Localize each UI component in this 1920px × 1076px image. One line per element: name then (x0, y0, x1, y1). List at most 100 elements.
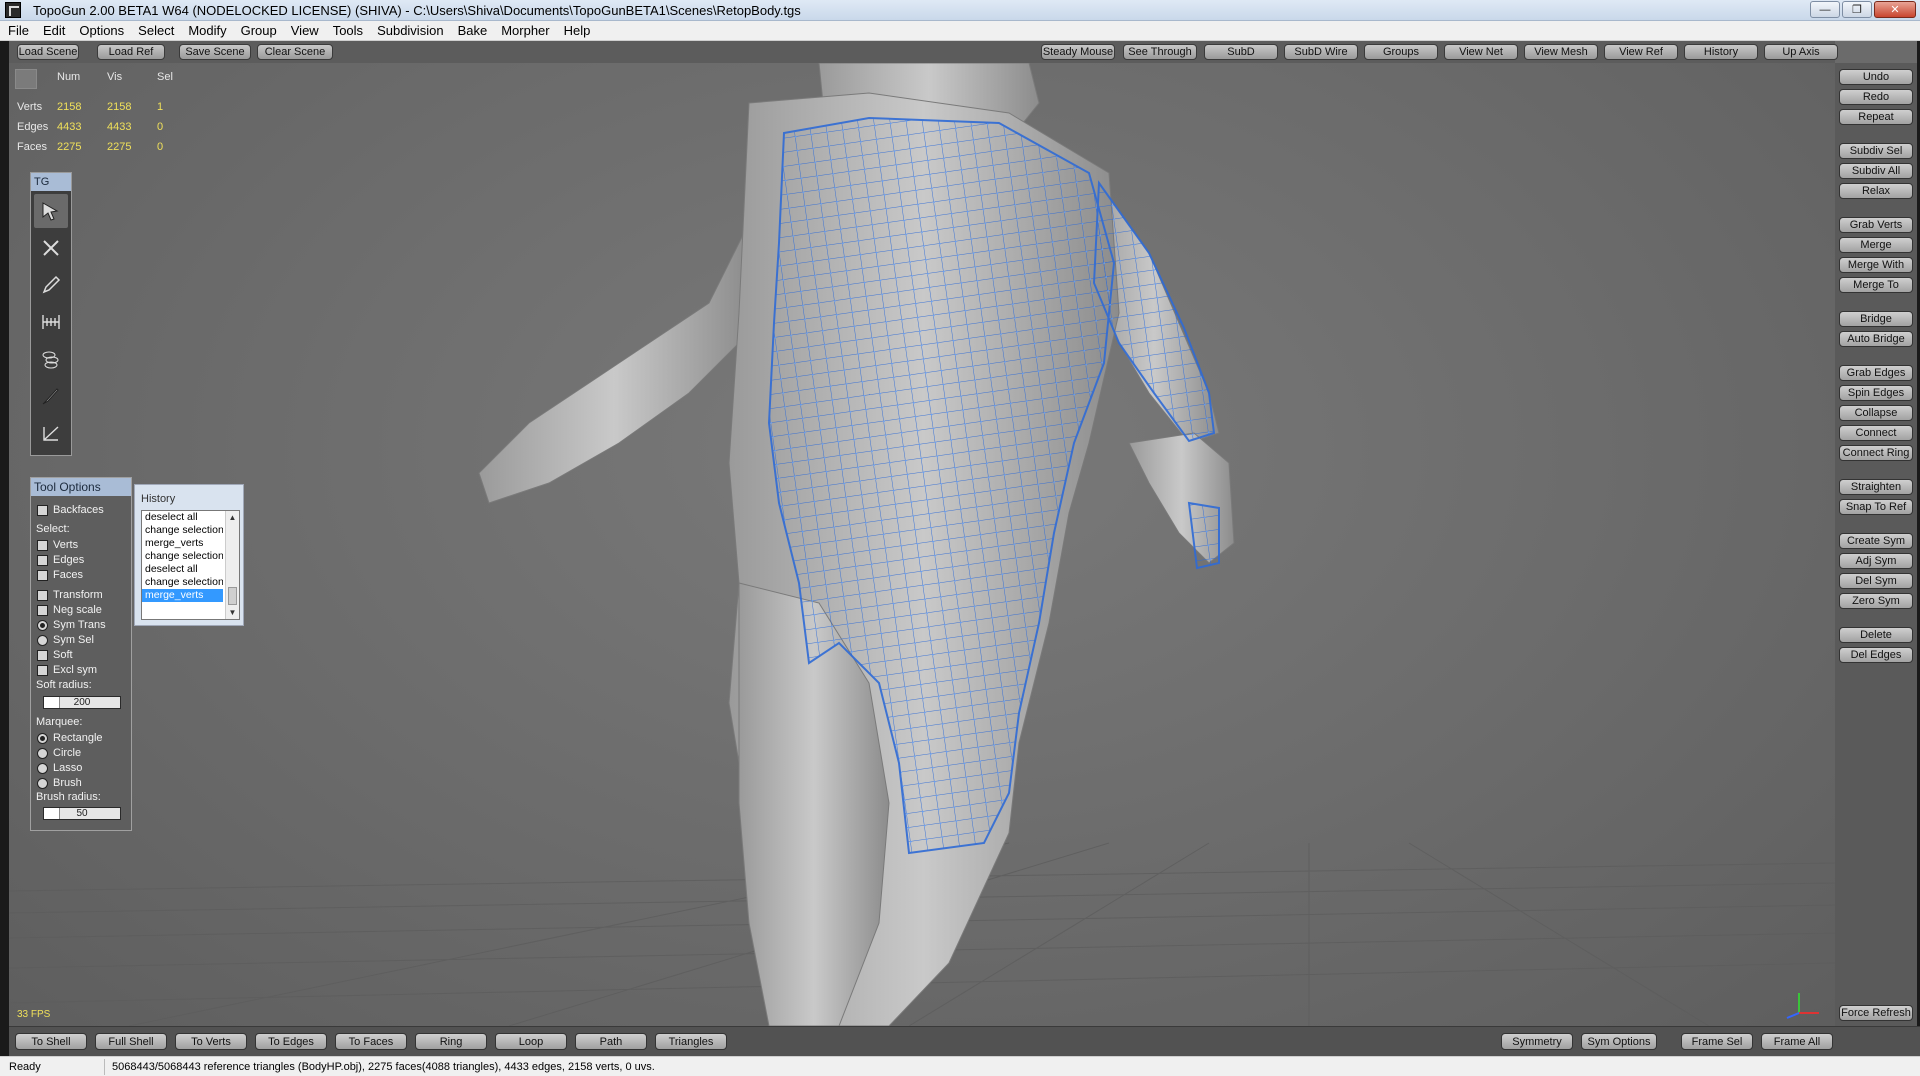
excl-sym-checkbox[interactable]: Excl sym (37, 664, 97, 676)
brush-radio-dot[interactable] (37, 777, 48, 789)
bridge-tool-icon[interactable] (34, 305, 68, 339)
brush-radius-slider[interactable]: 50 (43, 807, 121, 820)
subdiv-sel-button[interactable]: Subdiv Sel (1839, 143, 1913, 159)
del-sym-button[interactable]: Del Sym (1839, 573, 1913, 589)
history-list[interactable]: deselect all change selection merge_vert… (141, 510, 240, 620)
spin-edges-button[interactable]: Spin Edges (1839, 385, 1913, 401)
soft-box[interactable] (37, 649, 48, 661)
faces-box[interactable] (37, 569, 48, 581)
save-scene-button[interactable]: Save Scene (179, 44, 251, 60)
soft-radius-slider[interactable]: 200 (43, 696, 121, 709)
menu-bake[interactable]: Bake (458, 23, 488, 38)
select-tool-icon[interactable] (34, 194, 68, 228)
to-verts-button[interactable]: To Verts (175, 1033, 247, 1050)
subd-button[interactable]: SubD (1204, 44, 1278, 60)
sym-options-button[interactable]: Sym Options (1581, 1033, 1657, 1050)
menu-file[interactable]: File (8, 23, 29, 38)
edges-box[interactable] (37, 554, 48, 566)
bridge-button[interactable]: Bridge (1839, 311, 1913, 327)
delete-button[interactable]: Delete (1839, 627, 1913, 643)
to-edges-button[interactable]: To Edges (255, 1033, 327, 1050)
circle-radio[interactable]: Circle (37, 747, 81, 759)
brush-tool-icon[interactable] (34, 379, 68, 413)
pencil-tool-icon[interactable] (34, 268, 68, 302)
del-edges-button[interactable]: Del Edges (1839, 647, 1913, 663)
view-net-button[interactable]: View Net (1444, 44, 1518, 60)
history-scrollbar[interactable]: ▲ ▼ (225, 511, 239, 619)
scroll-thumb[interactable] (228, 587, 237, 605)
auto-bridge-button[interactable]: Auto Bridge (1839, 331, 1913, 347)
menu-tools[interactable]: Tools (333, 23, 363, 38)
lasso-radio-dot[interactable] (37, 762, 48, 774)
verts-checkbox[interactable]: Verts (37, 539, 78, 551)
faces-checkbox[interactable]: Faces (37, 569, 83, 581)
merge-with-button[interactable]: Merge With (1839, 257, 1913, 273)
subdiv-all-button[interactable]: Subdiv All (1839, 163, 1913, 179)
menu-modify[interactable]: Modify (188, 23, 226, 38)
merge-to-button[interactable]: Merge To (1839, 277, 1913, 293)
grab-edges-button[interactable]: Grab Edges (1839, 365, 1913, 381)
undo-button[interactable]: Undo (1839, 69, 1913, 85)
frame-sel-button[interactable]: Frame Sel (1681, 1033, 1753, 1050)
backfaces-checkbox[interactable]: Backfaces (37, 504, 104, 516)
transform-box[interactable] (37, 589, 48, 601)
clear-scene-button[interactable]: Clear Scene (257, 44, 333, 60)
history-item[interactable]: change selection (142, 524, 223, 537)
sym-trans-radio[interactable]: Sym Trans (37, 619, 106, 631)
history-item[interactable]: deselect all (142, 563, 223, 576)
path-button[interactable]: Path (575, 1033, 647, 1050)
history-item[interactable]: change selection (142, 550, 223, 563)
redo-button[interactable]: Redo (1839, 89, 1913, 105)
maximize-button[interactable]: ❐ (1842, 1, 1872, 18)
sym-trans-radio-dot[interactable] (37, 619, 48, 631)
history-item[interactable]: merge_verts (142, 537, 223, 550)
rectangle-radio[interactable]: Rectangle (37, 732, 103, 744)
close-button[interactable]: ✕ (1874, 1, 1916, 18)
create-sym-button[interactable]: Create Sym (1839, 533, 1913, 549)
steady-mouse-button[interactable]: Steady Mouse (1041, 44, 1115, 60)
force-refresh-button[interactable]: Force Refresh (1839, 1005, 1913, 1021)
see-through-button[interactable]: See Through (1123, 44, 1197, 60)
circle-radio-dot[interactable] (37, 747, 48, 759)
connect-ring-button[interactable]: Connect Ring (1839, 445, 1913, 461)
excl-sym-box[interactable] (37, 664, 48, 676)
relax-button[interactable]: Relax (1839, 183, 1913, 199)
collapse-button[interactable]: Collapse (1839, 405, 1913, 421)
backfaces-box[interactable] (37, 504, 48, 516)
lasso-radio[interactable]: Lasso (37, 762, 82, 774)
rectangle-radio-dot[interactable] (37, 732, 48, 744)
loop-button[interactable]: Loop (495, 1033, 567, 1050)
merge-button[interactable]: Merge (1839, 237, 1913, 253)
load-scene-button[interactable]: Load Scene (17, 44, 79, 60)
verts-box[interactable] (37, 539, 48, 551)
cut-tool-icon[interactable] (34, 231, 68, 265)
history-item[interactable]: change selection (142, 576, 223, 589)
subd-wire-button[interactable]: SubD Wire (1284, 44, 1358, 60)
load-ref-button[interactable]: Load Ref (97, 44, 165, 60)
tubes-tool-icon[interactable] (34, 342, 68, 376)
straighten-button[interactable]: Straighten (1839, 479, 1913, 495)
connect-button[interactable]: Connect (1839, 425, 1913, 441)
symmetry-button[interactable]: Symmetry (1501, 1033, 1573, 1050)
menu-group[interactable]: Group (241, 23, 277, 38)
menu-edit[interactable]: Edit (43, 23, 65, 38)
to-shell-button[interactable]: To Shell (15, 1033, 87, 1050)
menu-subdivision[interactable]: Subdivision (377, 23, 444, 38)
3d-viewport[interactable] (9, 63, 1835, 1026)
scroll-up-icon[interactable]: ▲ (226, 511, 239, 524)
to-faces-button[interactable]: To Faces (335, 1033, 407, 1050)
frame-all-button[interactable]: Frame All (1761, 1033, 1833, 1050)
view-mesh-button[interactable]: View Mesh (1524, 44, 1598, 60)
sym-sel-radio-dot[interactable] (37, 634, 48, 646)
sym-sel-radio[interactable]: Sym Sel (37, 634, 94, 646)
scroll-down-icon[interactable]: ▼ (226, 606, 239, 619)
snap-to-ref-button[interactable]: Snap To Ref (1839, 499, 1913, 515)
groups-button[interactable]: Groups (1364, 44, 1438, 60)
neg-scale-box[interactable] (37, 604, 48, 616)
menu-help[interactable]: Help (564, 23, 591, 38)
up-axis-button[interactable]: Up Axis (1764, 44, 1838, 60)
triangles-button[interactable]: Triangles (655, 1033, 727, 1050)
menu-view[interactable]: View (291, 23, 319, 38)
minimize-button[interactable]: — (1810, 1, 1840, 18)
soft-checkbox[interactable]: Soft (37, 649, 73, 661)
